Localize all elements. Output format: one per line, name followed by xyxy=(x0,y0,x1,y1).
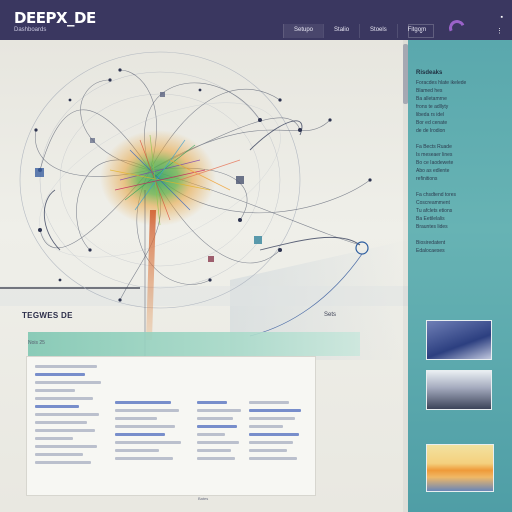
panel-block-2: Fa Bects Ruade Is meseaer lines Bo ce Ia… xyxy=(416,144,454,182)
doc-column-4 xyxy=(249,401,309,465)
section-tag[interactable]: Sets xyxy=(324,312,336,318)
cluster-stem xyxy=(146,210,156,340)
thumbnail-1[interactable] xyxy=(426,320,492,360)
menu-icon[interactable]: ⋮ xyxy=(496,27,503,35)
panel-heading: Risdeaks xyxy=(416,70,443,76)
section-subtitle: Nois 25 xyxy=(28,340,45,346)
nav-item-stalio[interactable]: Stalio xyxy=(323,24,359,38)
app-logo[interactable]: DEEPX_DE xyxy=(14,9,96,27)
right-panel: Risdeaks Foracdes hlate ikelede Blamed h… xyxy=(408,40,512,512)
doc-column-3 xyxy=(197,401,247,465)
app-header: DEEPX_DE Dashboards Setupo Stalio Stoels… xyxy=(0,0,512,40)
chevron-down-icon[interactable]: ⌄ xyxy=(408,24,434,38)
document-sheet[interactable] xyxy=(26,356,316,496)
doc-column-1 xyxy=(35,365,105,469)
thumbnail-2[interactable] xyxy=(426,370,492,410)
nav-item-setupo[interactable]: Setupo xyxy=(283,24,324,38)
section-title: TEGWES DE xyxy=(22,311,73,320)
doc-footer: Bates xyxy=(198,496,209,501)
thumbnail-3[interactable] xyxy=(426,444,494,492)
panel-block-4: Biosiredatent Edalocaeses xyxy=(416,240,446,254)
panel-block-3: Fa chsdtend tores Coscreamment Tu afclet… xyxy=(416,192,457,230)
brand-swoosh-icon xyxy=(446,17,468,39)
wash-band xyxy=(0,286,408,306)
minimize-icon[interactable]: ▪ xyxy=(501,14,503,21)
panel-content: Risdeaks Foracdes hlate ikelede Blamed h… xyxy=(416,70,504,263)
nav-item-stoels[interactable]: Stoels xyxy=(359,24,397,38)
app-subtitle: Dashboards xyxy=(14,27,47,33)
doc-column-2 xyxy=(115,401,185,465)
section-band xyxy=(28,332,360,356)
panel-block-1: Foracdes hlate ikelede Blamed hes Ba all… xyxy=(416,80,467,134)
